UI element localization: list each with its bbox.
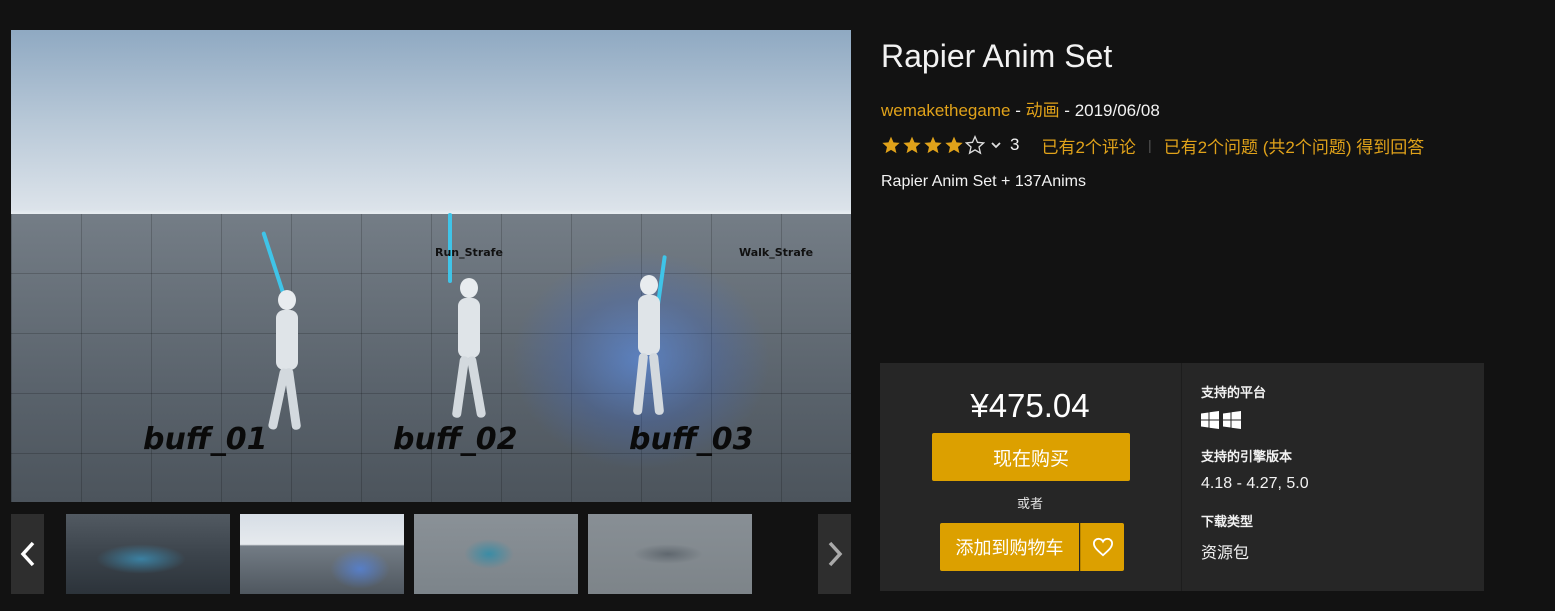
platforms-heading: 支持的平台: [1201, 385, 1267, 400]
rating-count: 3: [1010, 135, 1020, 154]
download-type: 资源包: [1201, 545, 1250, 562]
next-button[interactable]: [818, 514, 851, 594]
purchase-panel: ¥475.04 现在购买 或者 添加到购物车 支持的平台 支持的引擎版本 4.1…: [880, 363, 1484, 591]
star-filled-icon: [945, 136, 963, 154]
star-filled-icon: [903, 136, 921, 154]
buy-now-button[interactable]: 现在购买: [932, 433, 1130, 481]
thumbnail[interactable]: [240, 514, 404, 594]
separator: |: [1147, 137, 1152, 153]
character-figure: [436, 213, 506, 438]
product-title: Rapier Anim Set: [881, 38, 1113, 74]
thumbnail[interactable]: [66, 514, 230, 594]
scene-label: Walk_Strafe: [739, 246, 814, 259]
thumbnail-strip: [11, 514, 851, 594]
character-figure: [256, 231, 316, 440]
or-label: 或者: [1016, 497, 1043, 512]
wishlist-button[interactable]: [1080, 523, 1124, 571]
product-summary: Rapier Anim Set + 137Anims: [881, 173, 1086, 190]
download-heading: 下载类型: [1201, 514, 1254, 529]
thumbnail[interactable]: [414, 514, 578, 594]
windows-icon: [1223, 411, 1241, 429]
thumbnail[interactable]: [588, 514, 752, 594]
scene-label: buff_01: [143, 422, 268, 457]
prev-button[interactable]: [11, 514, 44, 594]
purchase-actions: ¥475.04 现在购买 或者 添加到购物车: [880, 363, 1180, 591]
character-figure: [616, 255, 686, 435]
chevron-left-icon: [20, 541, 34, 567]
engine-heading: 支持的引擎版本: [1201, 449, 1293, 464]
seller-link[interactable]: wemakethegame: [881, 101, 1010, 120]
windows-icon: [1201, 411, 1219, 429]
scene-label: buff_02: [393, 422, 518, 457]
reviews-link[interactable]: 已有2个评论: [1041, 133, 1135, 158]
scene-label: buff_03: [629, 422, 754, 457]
release-date: 2019/06/08: [1074, 101, 1160, 120]
heart-icon: [1092, 537, 1113, 557]
rating-row: 3 已有2个评论 | 已有2个问题 (共2个问题) 得到回答: [881, 132, 1424, 158]
questions-link[interactable]: 已有2个问题 (共2个问题) 得到回答: [1164, 133, 1425, 158]
divider: [1181, 363, 1182, 591]
chevron-down-icon[interactable]: [990, 139, 1002, 151]
product-meta: wemakethegame - 动画 - 2019/06/08: [881, 101, 1160, 120]
chevron-right-icon: [828, 541, 842, 567]
category-link[interactable]: 动画: [1026, 101, 1060, 120]
price: ¥475.04: [970, 387, 1090, 424]
scene-label: Run_Strafe: [435, 246, 503, 259]
platform-icons: [1201, 411, 1241, 429]
engine-versions: 4.18 - 4.27, 5.0: [1201, 475, 1309, 492]
star-empty-icon: [965, 135, 985, 155]
star-filled-icon: [882, 136, 900, 154]
add-to-cart-button[interactable]: 添加到购物车: [940, 523, 1079, 571]
star-filled-icon: [924, 136, 942, 154]
hero-image: Run_Strafe Walk_Strafe buff_01 buff_02 b…: [11, 30, 851, 502]
product-specs: 支持的平台 支持的引擎版本 4.18 - 4.27, 5.0 下载类型 资源包: [1201, 363, 1471, 591]
